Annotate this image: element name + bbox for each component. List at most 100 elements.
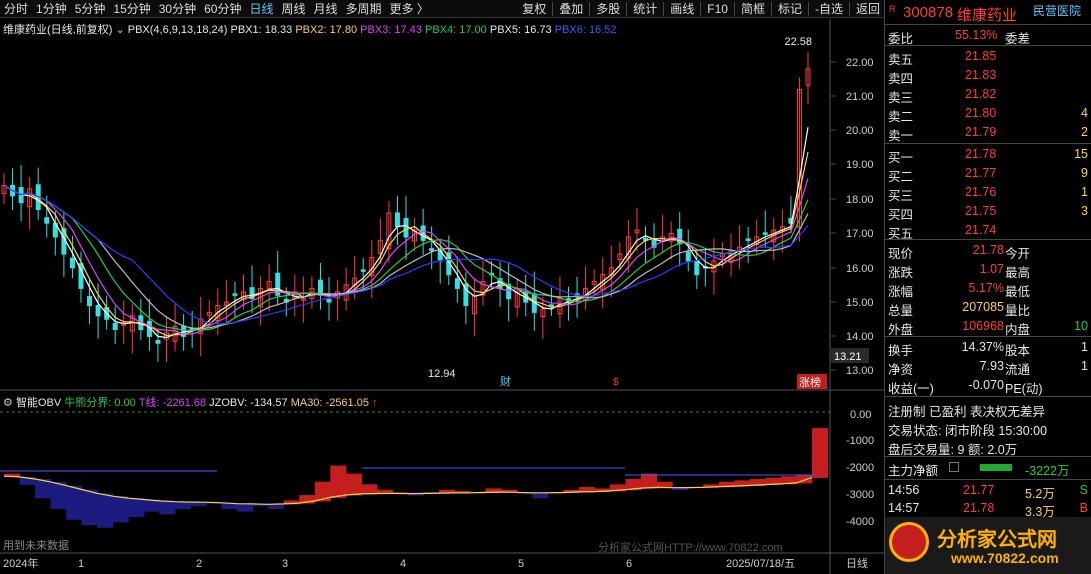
tab-30min[interactable]: 30分钟 bbox=[155, 0, 200, 17]
overlay-button[interactable]: 叠加 bbox=[555, 0, 587, 17]
info-line: 盘后交易量: 9 额: 2.0万 bbox=[885, 437, 1091, 457]
sell-row[interactable]: 卖二 21.80 4 bbox=[885, 104, 1091, 124]
date-tick: 1 bbox=[78, 558, 84, 570]
flow-row[interactable]: 主力净额 -3222万 bbox=[885, 458, 1091, 478]
info-line: 交易状态: 闭市阶段 15:30:00 bbox=[885, 418, 1091, 438]
finance-mark[interactable]: 财 bbox=[500, 374, 511, 388]
obv-title[interactable]: 智能OBV bbox=[16, 397, 61, 409]
candle-body bbox=[685, 251, 691, 262]
obv-bull-bear: 牛熊分界: 0.00 bbox=[64, 397, 136, 409]
sell-row[interactable]: 卖一 21.79 2 bbox=[885, 123, 1091, 143]
obv-tick: 0.00 bbox=[850, 409, 871, 421]
watermark: 分析家公式网HTTP://www.70822.com bbox=[598, 540, 783, 554]
arrow-up-icon: ↑ bbox=[372, 397, 378, 409]
row-volume: 2 bbox=[1081, 125, 1088, 139]
obv-bar bbox=[66, 485, 83, 520]
tab-more[interactable]: 更多 〉 bbox=[386, 0, 433, 17]
row-price: 21.75 bbox=[965, 204, 997, 218]
low-label: 12.94 bbox=[428, 368, 456, 380]
price-tick: 20.00 bbox=[846, 125, 874, 137]
tab-fenshi[interactable]: 分时 bbox=[0, 0, 32, 17]
candle-body bbox=[44, 217, 50, 224]
buy-row[interactable]: 买四 21.75 3 bbox=[885, 202, 1091, 222]
pbx5-value: PBX5: 16.73 bbox=[489, 24, 552, 36]
fuquan-button[interactable]: 复权 bbox=[518, 0, 550, 17]
stock-chart-title: 维康药业(日线,前复权) bbox=[3, 24, 113, 36]
buy-row[interactable]: 买一 21.78 15 bbox=[885, 145, 1091, 165]
quote-row: 现价 21.78 今开 bbox=[888, 243, 1031, 261]
gear-icon[interactable]: ⚙ bbox=[3, 397, 13, 409]
logo-text: 分析家公式网 bbox=[937, 529, 1057, 551]
draw-button[interactable]: 画线 bbox=[666, 0, 698, 17]
future-data-note: 用到未来数据 bbox=[3, 538, 69, 552]
obv-bar bbox=[361, 484, 378, 495]
sell-row[interactable]: 卖三 21.82 bbox=[885, 85, 1091, 105]
obv-bar bbox=[97, 493, 114, 528]
logo-banner[interactable]: 分析家公式网 www.70822.com bbox=[885, 517, 1091, 574]
back-button[interactable]: 返回 bbox=[852, 0, 884, 17]
flag-badge: R bbox=[889, 4, 896, 14]
stock-name[interactable]: 维康药业 bbox=[957, 4, 1017, 25]
sector-tag[interactable]: 民营医院 bbox=[1033, 2, 1081, 19]
weibi-row: 委比 55.13% 委差 bbox=[885, 26, 1091, 46]
date-tick: 2025/07/18/五 bbox=[726, 558, 795, 570]
buy-row[interactable]: 买五 21.74 bbox=[885, 221, 1091, 241]
high-label: 22.58 bbox=[784, 36, 812, 48]
tab-15min[interactable]: 15分钟 bbox=[109, 0, 154, 17]
buy-row[interactable]: 买三 21.76 1 bbox=[885, 183, 1091, 203]
candle-body bbox=[454, 278, 460, 289]
period-label[interactable]: 日线 bbox=[846, 556, 868, 570]
tab-daily[interactable]: 日线 bbox=[245, 0, 277, 17]
price-tick: 21.00 bbox=[846, 91, 874, 103]
sell-row[interactable]: 卖五 21.85 bbox=[885, 47, 1091, 67]
candle-body bbox=[360, 269, 366, 272]
stock-header: R 300878 维康药业 民营医院 bbox=[885, 2, 1091, 25]
obv-bar bbox=[81, 489, 98, 526]
candle-body bbox=[112, 322, 118, 331]
kline-chart[interactable]: ↑ $ 22.58 12.94 财 涨榜 22.00 21.00 20.00 1… bbox=[0, 19, 884, 574]
pbx6-value: PBX6: 16.52 bbox=[554, 24, 617, 36]
obv-bar bbox=[128, 498, 145, 518]
mark-button[interactable]: 标记 bbox=[774, 0, 806, 17]
self-select-button[interactable]: -自选 bbox=[811, 0, 847, 17]
stock-code[interactable]: 300878 bbox=[903, 4, 953, 21]
tab-1min[interactable]: 1分钟 bbox=[32, 0, 71, 17]
buy-row[interactable]: 买二 21.77 9 bbox=[885, 164, 1091, 184]
pbx-params[interactable]: PBX(4,6,9,13,18,24) bbox=[128, 24, 228, 36]
quote-row: 涨幅 5.17% 最低 bbox=[888, 281, 1031, 299]
obv-bar bbox=[330, 465, 347, 498]
tab-5min[interactable]: 5分钟 bbox=[71, 0, 110, 17]
price-tick: 17.00 bbox=[846, 228, 874, 240]
obv-bar bbox=[532, 492, 549, 499]
sell-row[interactable]: 卖四 21.83 bbox=[885, 66, 1091, 86]
pbx3-value: PBX3: 17.43 bbox=[360, 24, 422, 36]
flow-bar bbox=[980, 464, 1012, 471]
finance-row: 收益(一) -0.070 PE(动) bbox=[888, 378, 1043, 396]
obv-bar bbox=[174, 501, 191, 509]
stat-button[interactable]: 统计 bbox=[629, 0, 661, 17]
candle-body bbox=[403, 217, 409, 238]
obv-tick: -1000 bbox=[846, 435, 874, 447]
row-label: 卖一 bbox=[888, 129, 914, 143]
row-price: 21.80 bbox=[965, 106, 997, 120]
date-tick: 4 bbox=[400, 558, 406, 570]
main-indicator-bar: 维康药业(日线,前复权) ⌄ PBX(4,6,9,13,18,24) PBX1:… bbox=[3, 21, 616, 37]
price-tick: 19.00 bbox=[846, 159, 874, 171]
flow-value: -3222万 bbox=[1025, 464, 1070, 478]
finance-row: 净资 7.93 流通 1 bbox=[888, 359, 1088, 377]
tab-weekly[interactable]: 周线 bbox=[277, 0, 309, 17]
f10-button[interactable]: F10 bbox=[703, 2, 732, 16]
chevron-down-icon[interactable]: ⌄ bbox=[115, 24, 124, 36]
tab-monthly[interactable]: 月线 bbox=[310, 0, 342, 17]
tab-60min[interactable]: 60分钟 bbox=[200, 0, 245, 17]
simple-frame-button[interactable]: 简框 bbox=[737, 0, 769, 17]
obv-bar bbox=[112, 496, 129, 523]
date-tick: 3 bbox=[282, 558, 288, 570]
obv-area bbox=[0, 428, 829, 528]
tab-multi[interactable]: 多周期 bbox=[342, 0, 386, 17]
row-price: 21.78 bbox=[965, 147, 997, 161]
candle-body bbox=[394, 212, 400, 228]
obv-bar bbox=[314, 481, 331, 502]
multi-stock-button[interactable]: 多股 bbox=[592, 0, 624, 17]
price-tick: 22.00 bbox=[846, 57, 874, 69]
